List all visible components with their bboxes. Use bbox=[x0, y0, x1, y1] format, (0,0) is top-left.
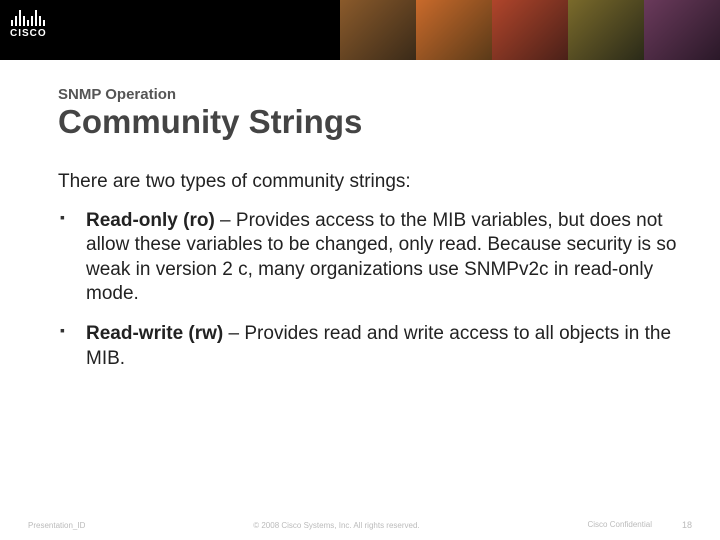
footer-page-number: 18 bbox=[682, 520, 692, 530]
slide-content: SNMP Operation Community Strings There a… bbox=[58, 86, 680, 387]
bullet-lead: Read-only (ro) bbox=[86, 210, 215, 231]
cisco-logo: CISCO bbox=[10, 6, 47, 39]
slide-title: Community Strings bbox=[58, 103, 680, 141]
slide-intro: There are two types of community strings… bbox=[58, 171, 680, 193]
footer-confidential: Cisco Confidential bbox=[588, 520, 652, 530]
slide-footer: Presentation_ID © 2008 Cisco Systems, In… bbox=[0, 520, 720, 530]
banner-photo-strip bbox=[340, 0, 720, 60]
bullet-item: Read-write (rw) – Provides read and writ… bbox=[74, 322, 680, 371]
cisco-logo-bars bbox=[11, 6, 45, 26]
slide-eyebrow: SNMP Operation bbox=[58, 86, 680, 103]
header-banner: CISCO bbox=[0, 0, 720, 60]
bullet-lead: Read-write (rw) bbox=[86, 323, 223, 344]
cisco-logo-text: CISCO bbox=[10, 28, 47, 39]
bullet-item: Read-only (ro) – Provides access to the … bbox=[74, 209, 680, 306]
footer-copyright: © 2008 Cisco Systems, Inc. All rights re… bbox=[85, 521, 587, 530]
footer-left: Presentation_ID bbox=[28, 521, 85, 530]
